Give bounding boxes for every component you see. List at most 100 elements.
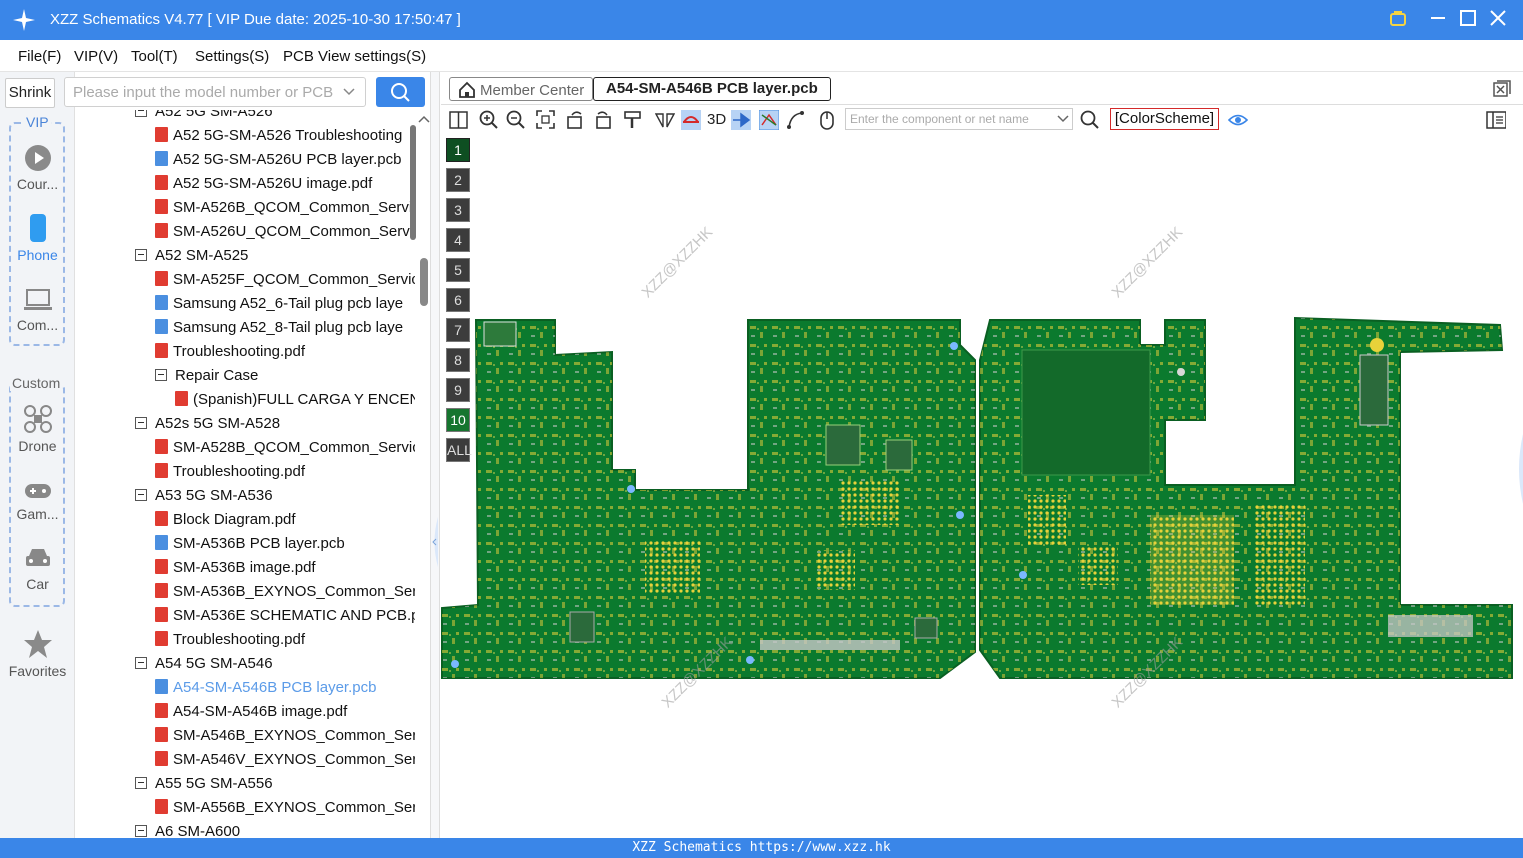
tree-file[interactable]: A54-SM-A546B image.pdf [155, 700, 347, 724]
layer-button-10[interactable]: 10 [446, 408, 470, 432]
layer-button-8[interactable]: 8 [446, 348, 470, 372]
tree-file[interactable]: SM-A546V_EXYNOS_Common_Serv [155, 748, 415, 772]
chevron-down-icon[interactable] [1057, 114, 1069, 124]
layer-button-2[interactable]: 2 [446, 168, 470, 192]
search-button[interactable] [376, 77, 425, 107]
tree-file[interactable]: SM-A526U_QCOM_Common_Servic [155, 220, 415, 244]
color-scheme-button[interactable]: [ColorScheme] [1110, 108, 1219, 130]
nav-phone[interactable]: Phone [0, 213, 75, 263]
nav-games[interactable]: Gam... [0, 478, 75, 522]
tree-file[interactable]: Troubleshooting.pdf [155, 340, 305, 364]
collapse-icon[interactable] [135, 657, 147, 669]
tree-folder[interactable]: A54 5G SM-A546 [135, 652, 273, 676]
collapse-icon[interactable] [135, 825, 147, 837]
zoom-out-icon[interactable] [506, 110, 526, 130]
collapse-icon[interactable] [135, 417, 147, 429]
tree-folder[interactable]: A52 5G SM-A526 [135, 110, 273, 124]
mirror-flip-icon[interactable] [655, 110, 675, 130]
tab-member-center[interactable]: Member Center [449, 77, 594, 101]
component-search-icon[interactable] [1080, 110, 1100, 130]
collapse-icon[interactable] [135, 777, 147, 789]
menu-vip[interactable]: VIP(V) [74, 48, 118, 65]
tree-file[interactable]: SM-A526B_QCOM_Common_Servic [155, 196, 415, 220]
collapse-icon[interactable] [135, 110, 147, 117]
rotate-left-icon[interactable] [566, 110, 586, 130]
layer-button-1[interactable]: 1 [446, 138, 470, 162]
layer-button-5[interactable]: 5 [446, 258, 470, 282]
net-trace-icon[interactable] [759, 110, 779, 130]
shrink-button[interactable]: Shrink [5, 78, 55, 108]
tree-file[interactable]: A52 5G-SM-A526 Troubleshooting [155, 124, 402, 148]
split-view-icon[interactable] [449, 110, 469, 130]
3d-view-button[interactable]: 3D [707, 111, 726, 128]
nav-drone[interactable]: Drone [0, 404, 75, 454]
tree-file[interactable]: Troubleshooting.pdf [155, 628, 305, 652]
rotate-right-icon[interactable] [593, 110, 613, 130]
tree-folder[interactable]: A6 SM-A600 [135, 820, 240, 838]
tree-file[interactable]: SM-A546B_EXYNOS_Common_Serv [155, 724, 415, 748]
highlight-net-icon[interactable] [681, 110, 701, 130]
chevron-down-icon[interactable] [343, 87, 355, 97]
tree-folder[interactable]: A53 5G SM-A536 [135, 484, 273, 508]
tree-file[interactable]: A52 5G-SM-A526U PCB layer.pcb [155, 148, 401, 172]
close-button[interactable] [1487, 9, 1509, 31]
tree-file[interactable]: SM-A536B PCB layer.pcb [155, 532, 345, 556]
eye-icon[interactable] [1228, 110, 1248, 130]
tree-file[interactable]: SM-A556B_EXYNOS_Common_Serv [155, 796, 415, 820]
tree-file[interactable]: SM-A525F_QCOM_Common_Servic [155, 268, 415, 292]
tree-file[interactable]: (Spanish)FULL CARGA Y ENCENI [175, 388, 415, 412]
panel-splitter[interactable] [430, 72, 440, 838]
menu-settings[interactable]: Settings(S) [195, 48, 269, 65]
tree-file[interactable]: A54-SM-A546B PCB layer.pcb [155, 676, 376, 700]
pcb-board-drawing[interactable] [441, 134, 1523, 838]
menu-file[interactable]: File(F) [18, 48, 61, 65]
tree-file[interactable]: SM-A536E SCHEMATIC AND PCB.p [155, 604, 415, 628]
pcb-canvas[interactable]: XZZ@XZZHK XZZ@XZZHK XZZ@XZZHK XZZ@XZZHK [441, 134, 1523, 838]
collapse-icon[interactable] [155, 369, 167, 381]
pin-select-icon[interactable] [731, 110, 751, 130]
side-panel-toggle-icon[interactable] [1486, 110, 1506, 130]
tree-file[interactable]: Troubleshooting.pdf [155, 460, 305, 484]
layer-button-9[interactable]: 9 [446, 378, 470, 402]
menu-pcb-view-settings[interactable]: PCB View settings(S) [283, 48, 426, 65]
tree-folder[interactable]: A52s 5G SM-A528 [135, 412, 280, 436]
menu-tool[interactable]: Tool(T) [131, 48, 178, 65]
layer-button-3[interactable]: 3 [446, 198, 470, 222]
nav-favorites[interactable]: Favorites [0, 629, 75, 679]
tree-file[interactable]: Block Diagram.pdf [155, 508, 296, 532]
panel-scroll-thumb[interactable] [420, 258, 428, 306]
right-panel-handle-icon[interactable] [1515, 434, 1523, 504]
tab-pcb-layer[interactable]: A54-SM-A546B PCB layer.pcb [593, 77, 831, 101]
collapse-panel-icon[interactable] [431, 517, 439, 567]
draw-line-icon[interactable] [786, 110, 806, 130]
vip-bag-icon[interactable] [1387, 9, 1409, 31]
layer-button-4[interactable]: 4 [446, 228, 470, 252]
tree-file[interactable]: Samsung A52_8-Tail plug pcb laye [155, 316, 403, 340]
model-search-input[interactable]: Please input the model number or PCB [64, 77, 366, 107]
zoom-in-icon[interactable] [479, 110, 499, 130]
collapse-icon[interactable] [135, 489, 147, 501]
component-search-input[interactable]: Enter the component or net name [845, 108, 1073, 130]
layer-button-6[interactable]: 6 [446, 288, 470, 312]
tree-folder[interactable]: A55 5G SM-A556 [135, 772, 273, 796]
nav-computer[interactable]: Com... [0, 287, 75, 333]
close-all-tabs-icon[interactable] [1493, 80, 1511, 98]
nav-car[interactable]: Car [0, 546, 75, 592]
tree-scroll-thumb[interactable] [410, 125, 416, 240]
tree-file[interactable]: A52 5G-SM-A526U image.pdf [155, 172, 372, 196]
format-painter-icon[interactable] [623, 110, 643, 130]
tree-file[interactable]: SM-A536B_EXYNOS_Common_Serv [155, 580, 415, 604]
fit-to-screen-icon[interactable] [536, 110, 556, 130]
minimize-button[interactable] [1427, 9, 1449, 31]
tree-file[interactable]: SM-A528B_QCOM_Common_Servic [155, 436, 415, 460]
nav-courses[interactable]: Cour... [0, 144, 75, 192]
maximize-button[interactable] [1457, 9, 1479, 31]
layer-button-all[interactable]: ALL [446, 438, 472, 462]
tree-folder[interactable]: A52 SM-A525 [135, 244, 248, 268]
tree-file[interactable]: Samsung A52_6-Tail plug pcb laye [155, 292, 403, 316]
layer-button-7[interactable]: 7 [446, 318, 470, 342]
scroll-up-icon[interactable] [418, 114, 430, 124]
collapse-icon[interactable] [135, 249, 147, 261]
tree-file[interactable]: SM-A536B image.pdf [155, 556, 316, 580]
mouse-mode-icon[interactable] [817, 110, 837, 130]
